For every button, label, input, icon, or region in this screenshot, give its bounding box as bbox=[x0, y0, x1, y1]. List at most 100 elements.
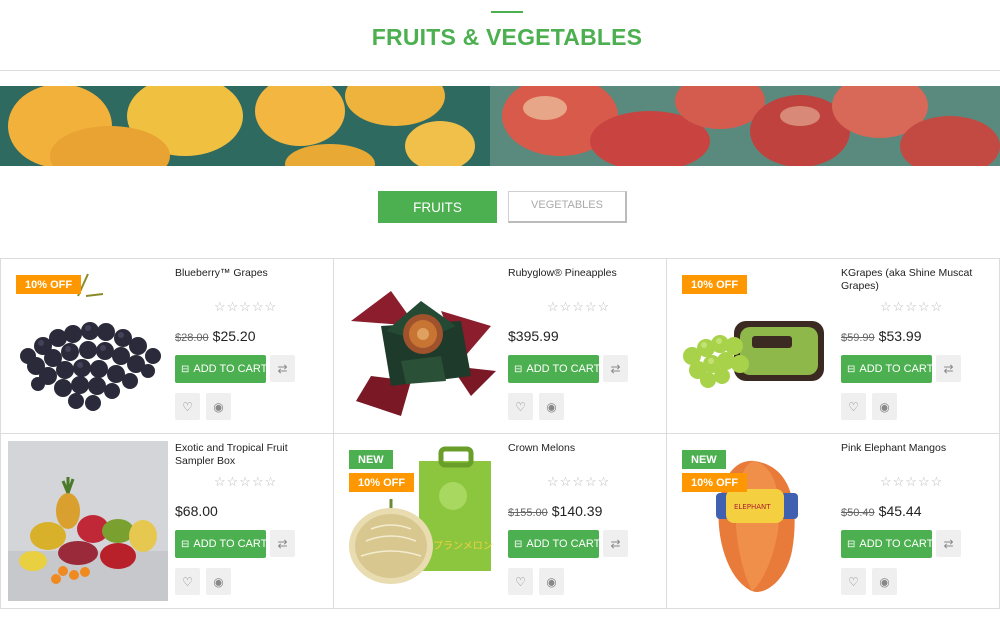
product-grid: 10% OFF Blueberry™ Grapes ☆☆☆☆☆ $28.00 $2… bbox=[0, 258, 1000, 609]
compare-icon: ⇄ bbox=[277, 361, 288, 376]
compare-button[interactable]: ⇄ bbox=[270, 530, 295, 557]
eye-icon: ◉ bbox=[213, 574, 224, 589]
compare-button[interactable]: ⇄ bbox=[270, 355, 295, 382]
quickview-button[interactable]: ◉ bbox=[872, 568, 897, 595]
compare-icon: ⇄ bbox=[610, 361, 621, 376]
wishlist-button[interactable]: ♡ bbox=[841, 393, 866, 420]
tab-vegetables[interactable]: VEGETABLES bbox=[508, 191, 627, 223]
product-name[interactable]: Blueberry™ Grapes bbox=[175, 267, 327, 280]
product-image-pineapple[interactable] bbox=[341, 266, 501, 426]
product-price: $28.00 $25.20 bbox=[175, 328, 255, 344]
quickview-button[interactable]: ◉ bbox=[539, 393, 564, 420]
compare-icon: ⇄ bbox=[277, 536, 288, 551]
cart-icon: ⊟ bbox=[847, 538, 856, 550]
section-header: FRUITS & VEGETABLES bbox=[0, 0, 1000, 71]
add-to-cart-button[interactable]: ⊟ ADD TO CART bbox=[841, 530, 932, 558]
compare-button[interactable]: ⇄ bbox=[936, 530, 961, 557]
current-price: $45.44 bbox=[878, 503, 922, 519]
current-price: $25.20 bbox=[212, 328, 256, 344]
melon-box-text: プランメロン bbox=[433, 540, 493, 552]
eye-icon: ◉ bbox=[879, 399, 890, 414]
quickview-button[interactable]: ◉ bbox=[872, 393, 897, 420]
category-tabs: FRUITS VEGETABLES bbox=[378, 191, 627, 223]
fruit-banner-image bbox=[0, 86, 1000, 166]
product-price: $59.99 $53.99 bbox=[841, 328, 921, 344]
heart-icon: ♡ bbox=[182, 574, 193, 589]
product-image-fruit-box[interactable] bbox=[8, 441, 168, 601]
eye-icon: ◉ bbox=[213, 399, 224, 414]
product-card: Exotic and Tropical Fruit Sampler Box ☆☆… bbox=[1, 434, 334, 609]
add-to-cart-button[interactable]: ⊟ ADD TO CART bbox=[508, 530, 599, 558]
product-card: 10% OFF KGrapes (aka Shine Muscat Grapes… bbox=[667, 259, 1000, 434]
wishlist-button[interactable]: ♡ bbox=[841, 568, 866, 595]
rating-stars: ☆☆☆☆☆ bbox=[880, 474, 944, 489]
product-price: $395.99 bbox=[508, 328, 559, 344]
rating-stars: ☆☆☆☆☆ bbox=[880, 299, 944, 314]
eye-icon: ◉ bbox=[546, 574, 557, 589]
wishlist-button[interactable]: ♡ bbox=[508, 568, 533, 595]
quickview-button[interactable]: ◉ bbox=[206, 568, 231, 595]
compare-button[interactable]: ⇄ bbox=[936, 355, 961, 382]
heart-icon: ♡ bbox=[182, 399, 193, 414]
cart-icon: ⊟ bbox=[514, 363, 523, 375]
product-card: Rubyglow® Pineapples ☆☆☆☆☆ $395.99 ⊟ ADD … bbox=[334, 259, 667, 434]
discount-badge: 10% OFF bbox=[16, 275, 82, 294]
add-to-cart-button[interactable]: ⊟ ADD TO CART bbox=[841, 355, 932, 383]
heart-icon: ♡ bbox=[848, 574, 859, 589]
current-price: $53.99 bbox=[878, 328, 922, 344]
heart-icon: ♡ bbox=[515, 399, 526, 414]
add-to-cart-button[interactable]: ⊟ ADD TO CART bbox=[175, 355, 266, 383]
rating-stars: ☆☆☆☆☆ bbox=[214, 299, 278, 314]
product-card: ELEPHANT NEW 10% OFF Pink Elephant Mango… bbox=[667, 434, 1000, 609]
compare-button[interactable]: ⇄ bbox=[603, 530, 628, 557]
add-to-cart-button[interactable]: ⊟ ADD TO CART bbox=[175, 530, 266, 558]
product-price: $68.00 bbox=[175, 503, 218, 519]
add-to-cart-label: ADD TO CART bbox=[193, 538, 266, 550]
product-name[interactable]: Pink Elephant Mangos bbox=[841, 442, 993, 455]
wishlist-button[interactable]: ♡ bbox=[175, 568, 200, 595]
product-name[interactable]: Crown Melons bbox=[508, 442, 660, 455]
product-card: プランメロン NEW 10% OFF Crown Melons ☆☆☆☆☆ $1… bbox=[334, 434, 667, 609]
compare-icon: ⇄ bbox=[610, 536, 621, 551]
discount-badge: 10% OFF bbox=[682, 275, 748, 294]
product-name[interactable]: KGrapes (aka Shine Muscat Grapes) bbox=[841, 267, 993, 293]
compare-icon: ⇄ bbox=[943, 536, 954, 551]
product-price: $50.49 $45.44 bbox=[841, 503, 921, 519]
current-price: $140.39 bbox=[551, 503, 603, 519]
cart-icon: ⊟ bbox=[847, 363, 856, 375]
product-name[interactable]: Rubyglow® Pineapples bbox=[508, 267, 660, 280]
heart-icon: ♡ bbox=[515, 574, 526, 589]
compare-icon: ⇄ bbox=[943, 361, 954, 376]
compare-button[interactable]: ⇄ bbox=[603, 355, 628, 382]
wishlist-button[interactable]: ♡ bbox=[508, 393, 533, 420]
add-to-cart-label: ADD TO CART bbox=[193, 363, 266, 375]
new-badge: NEW bbox=[349, 450, 393, 469]
old-price: $50.49 bbox=[841, 507, 875, 519]
add-to-cart-label: ADD TO CART bbox=[526, 363, 599, 375]
add-to-cart-button[interactable]: ⊟ ADD TO CART bbox=[508, 355, 599, 383]
svg-text:ELEPHANT: ELEPHANT bbox=[734, 503, 771, 511]
current-price: $395.99 bbox=[508, 328, 559, 344]
add-to-cart-label: ADD TO CART bbox=[859, 538, 932, 550]
page-title: FRUITS & VEGETABLES bbox=[371, 24, 643, 50]
add-to-cart-label: ADD TO CART bbox=[859, 363, 932, 375]
old-price: $59.99 bbox=[841, 332, 875, 344]
product-card: 10% OFF Blueberry™ Grapes ☆☆☆☆☆ $28.00 $2… bbox=[1, 259, 334, 434]
current-price: $68.00 bbox=[175, 503, 218, 519]
new-badge: NEW bbox=[682, 450, 726, 469]
old-price: $28.00 bbox=[175, 332, 209, 344]
eye-icon: ◉ bbox=[879, 574, 890, 589]
wishlist-button[interactable]: ♡ bbox=[175, 393, 200, 420]
quickview-button[interactable]: ◉ bbox=[206, 393, 231, 420]
quickview-button[interactable]: ◉ bbox=[539, 568, 564, 595]
add-to-cart-label: ADD TO CART bbox=[526, 538, 599, 550]
rating-stars: ☆☆☆☆☆ bbox=[547, 299, 611, 314]
rating-stars: ☆☆☆☆☆ bbox=[214, 474, 278, 489]
cart-icon: ⊟ bbox=[514, 538, 523, 550]
cart-icon: ⊟ bbox=[181, 538, 190, 550]
old-price: $155.00 bbox=[508, 507, 548, 519]
discount-badge: 10% OFF bbox=[682, 473, 748, 492]
eye-icon: ◉ bbox=[546, 399, 557, 414]
tab-fruits[interactable]: FRUITS bbox=[378, 191, 497, 223]
product-name[interactable]: Exotic and Tropical Fruit Sampler Box bbox=[175, 442, 327, 468]
